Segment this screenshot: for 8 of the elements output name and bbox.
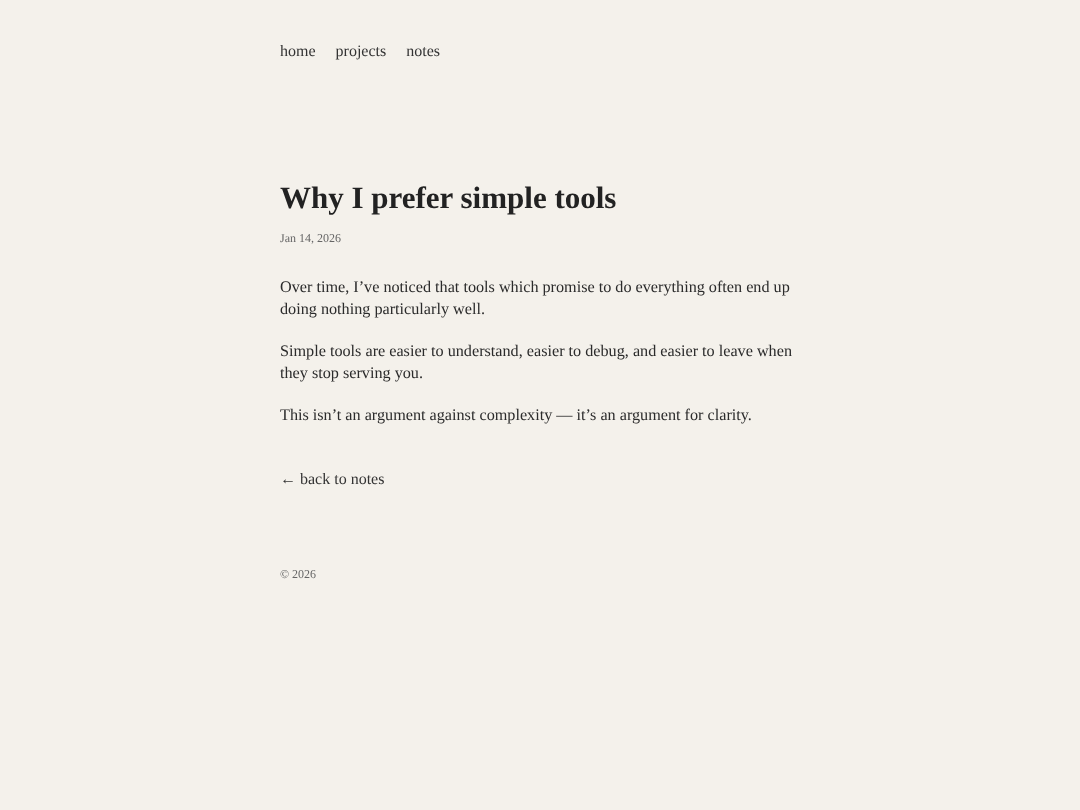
nav-link[interactable]: notes xyxy=(406,40,440,64)
paragraph: Over time, I’ve noticed that tools which promise to do everything often end up doing nothing particularly well. xyxy=(280,276,792,320)
post-title: Why I prefer simple tools xyxy=(280,180,617,220)
nav-link[interactable]: home xyxy=(280,40,316,64)
back-link[interactable]: ← back to notes xyxy=(280,468,385,490)
paragraph: This isn’t an argument against complexity — it’s an argument for clarity. xyxy=(280,404,752,426)
paragraph: Simple tools are easier to understand, easier to debug, and easier to leave when they stop serving you. xyxy=(280,340,794,384)
nav-link[interactable]: projects xyxy=(335,40,387,64)
